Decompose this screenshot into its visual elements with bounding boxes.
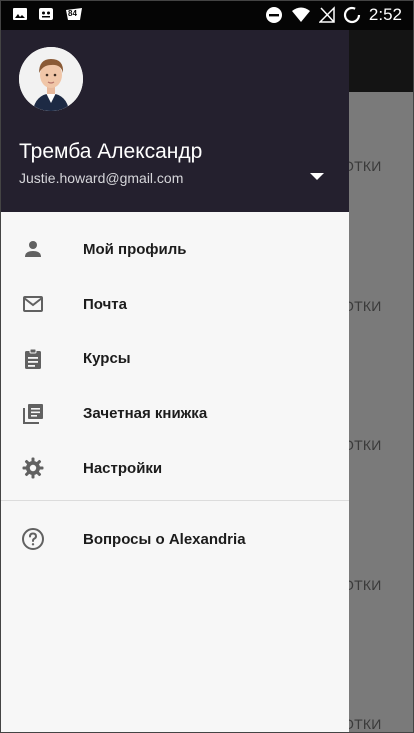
clock: 2:52 bbox=[368, 5, 402, 24]
menu-item-profile[interactable]: Мой профиль bbox=[0, 222, 349, 277]
menu-item-label: Почта bbox=[83, 295, 127, 313]
avatar[interactable] bbox=[19, 47, 83, 111]
user-email: Justie.howard@gmail.com bbox=[19, 170, 184, 186]
no-signal-icon bbox=[318, 6, 335, 23]
image-icon bbox=[13, 8, 27, 20]
menu-item-label: Настройки bbox=[83, 459, 163, 477]
navigation-drawer: Тремба Александр Justie.howard@gmail.com… bbox=[0, 0, 349, 733]
wifi-icon bbox=[291, 7, 310, 22]
menu-item-help[interactable]: Вопросы о Alexandria bbox=[0, 501, 349, 575]
menu-item-label: Вопросы о Alexandria bbox=[83, 530, 246, 548]
menu-item-courses[interactable]: Курсы bbox=[0, 332, 349, 387]
gear-icon bbox=[22, 457, 44, 479]
bot-icon bbox=[39, 8, 53, 20]
status-bar: 84 2:52 bbox=[0, 0, 414, 30]
person-icon bbox=[25, 241, 41, 258]
clipboard-icon bbox=[25, 348, 41, 369]
do-not-disturb-icon bbox=[265, 7, 282, 23]
menu-item-label: Зачетная книжка bbox=[83, 405, 208, 423]
system-icons: 2:52 bbox=[265, 5, 402, 25]
menu-item-settings[interactable]: Настройки bbox=[0, 441, 349, 496]
menu-item-mail[interactable]: Почта bbox=[0, 277, 349, 332]
drawer-header: Тремба Александр Justie.howard@gmail.com bbox=[0, 0, 349, 212]
vk-badge-icon: 84 bbox=[64, 6, 84, 22]
menu-item-label: Мой профиль bbox=[83, 240, 187, 258]
user-name: Тремба Александр bbox=[19, 140, 203, 163]
drawer-menu: Мой профиль Почта Курсы Зачетная книжка … bbox=[0, 222, 349, 575]
notification-count: 84 bbox=[68, 9, 77, 18]
mail-icon bbox=[23, 296, 43, 313]
help-icon bbox=[22, 527, 44, 550]
account-dropdown-icon[interactable] bbox=[310, 173, 324, 180]
menu-item-gradebook[interactable]: Зачетная книжка bbox=[0, 386, 349, 441]
menu-item-label: Курсы bbox=[83, 350, 131, 368]
notification-icons: 84 bbox=[12, 6, 84, 22]
library-books-icon bbox=[23, 403, 43, 424]
battery-saver-icon bbox=[343, 6, 361, 24]
